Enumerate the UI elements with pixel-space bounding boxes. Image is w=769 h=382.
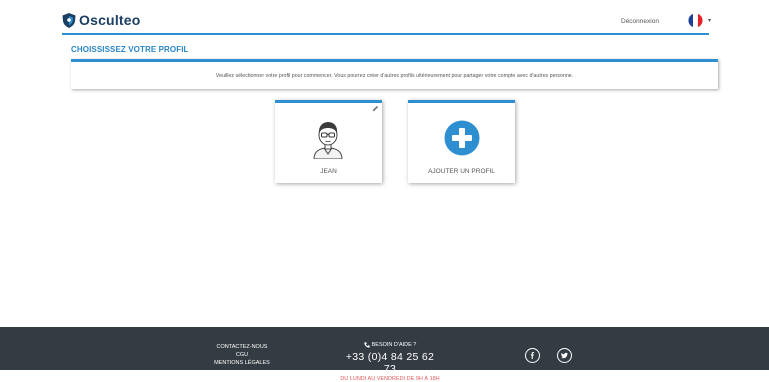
footer-links: CONTACTEZ-NOUS CGU MENTIONS LÉGALES [200,343,284,367]
twitter-link[interactable] [557,348,572,363]
facebook-icon [530,352,535,359]
help-section: BESOIN D'AIDE ? +33 (0)4 84 25 62 73 DU … [340,342,440,382]
phone-icon [363,342,370,348]
shield-logo-icon [62,12,76,28]
instruction-text: Veuillez sélectionner votre profil pour … [215,73,574,79]
help-title: BESOIN D'AIDE ? [371,342,417,348]
brand-name: Osculteo [79,12,141,28]
add-profile-card[interactable]: AJOUTER UN PROFIL [408,100,515,183]
language-dropdown-caret-icon[interactable]: ▾ [708,17,711,24]
twitter-icon [561,352,568,359]
pencil-edit-icon[interactable] [372,105,379,112]
cgu-link[interactable]: CGU [200,351,284,359]
help-title-row: BESOIN D'AIDE ? [340,342,440,348]
help-hours: DU LUNDI AU VENDREDI DE 9H À 18H [340,376,440,382]
footer: CONTACTEZ-NOUS CGU MENTIONS LÉGALES BESO… [0,327,769,382]
profile-card-jean[interactable]: JEAN [275,100,382,183]
legal-notice-link[interactable]: MENTIONS LÉGALES [200,359,284,367]
page-title: CHOISSISSEZ VOTRE PROFIL [71,45,189,54]
contact-link[interactable]: CONTACTEZ-NOUS [200,343,284,351]
top-bar: Osculteo Déconnexion ▾ [0,0,769,35]
avatar-man-glasses-icon [313,122,343,159]
facebook-link[interactable] [525,348,540,363]
header-divider [62,33,709,35]
help-phone-number[interactable]: +33 (0)4 84 25 62 73 [340,351,440,375]
logout-link[interactable]: Déconnexion [621,18,659,25]
french-flag-icon[interactable] [688,13,703,28]
logo[interactable]: Osculteo [62,12,141,28]
add-profile-label: AJOUTER UN PROFIL [428,168,495,175]
instruction-panel: Veuillez sélectionner votre profil pour … [71,59,718,89]
plus-circle-icon [444,120,480,156]
profile-name: JEAN [320,168,337,175]
